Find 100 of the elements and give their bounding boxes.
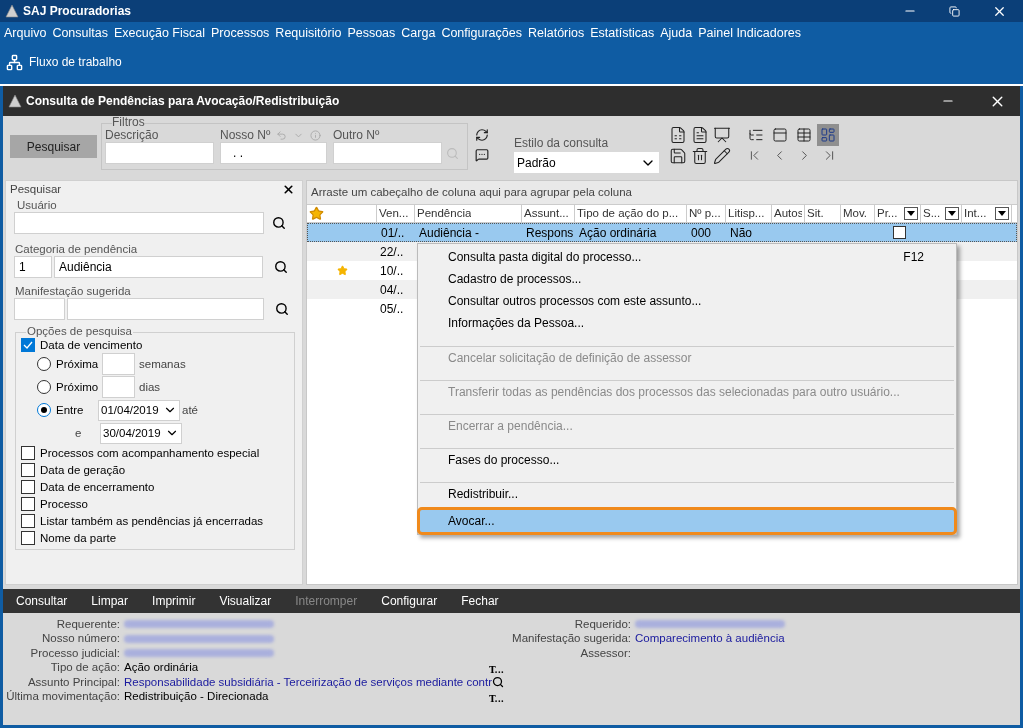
detail-link[interactable]: Comparecimento à audiência bbox=[635, 630, 785, 648]
our-number-field[interactable]: . . bbox=[220, 142, 327, 164]
radio-button[interactable] bbox=[37, 403, 51, 417]
window-logo bbox=[8, 94, 22, 108]
column-header[interactable]: Mov. bbox=[841, 205, 875, 222]
menu-item[interactable]: Execução Fiscal bbox=[114, 23, 205, 43]
screen-icon[interactable] bbox=[713, 126, 731, 144]
column-header[interactable]: Ven... bbox=[377, 205, 415, 222]
menu-item[interactable]: Cadastro de processos... bbox=[420, 268, 954, 290]
detail-label: Assessor: bbox=[579, 645, 632, 661]
search-icon[interactable] bbox=[275, 302, 289, 316]
column-header[interactable]: Nº p... bbox=[687, 205, 726, 222]
menu-item[interactable]: Estatísticas bbox=[590, 23, 655, 43]
checkbox-label: Nome da parte bbox=[40, 531, 117, 545]
menu-item[interactable]: Processos bbox=[211, 23, 270, 43]
type-marker[interactable]: T... bbox=[489, 663, 504, 677]
column-header[interactable]: Tipo de ação do p... bbox=[575, 205, 687, 222]
checkbox[interactable] bbox=[21, 446, 35, 460]
column-header[interactable]: Int... bbox=[962, 205, 1012, 222]
menu-item[interactable]: Redistribuir... bbox=[420, 482, 954, 504]
menu-item[interactable]: Configurações bbox=[441, 23, 522, 43]
detail-label: Manifestação sugerida: bbox=[511, 631, 632, 647]
description-field[interactable] bbox=[105, 142, 214, 164]
star-icon[interactable] bbox=[336, 265, 348, 276]
action-button[interactable]: Fechar bbox=[461, 592, 499, 610]
menu-item[interactable]: Avocar... bbox=[420, 510, 954, 532]
checkbox[interactable] bbox=[21, 463, 35, 477]
action-button[interactable]: Consultar bbox=[16, 592, 68, 610]
menu-item[interactable]: Carga bbox=[401, 23, 436, 43]
filter-dropdown-icon[interactable] bbox=[945, 207, 959, 220]
number-field[interactable] bbox=[102, 376, 135, 398]
action-button[interactable]: Visualizar bbox=[219, 592, 272, 610]
filter-dropdown-icon[interactable] bbox=[904, 207, 918, 220]
refresh-icon[interactable] bbox=[475, 128, 489, 142]
menu-item[interactable]: Requisitório bbox=[275, 23, 342, 43]
spreadsheet-icon[interactable] bbox=[669, 126, 687, 144]
view-toggle-button[interactable] bbox=[817, 124, 839, 146]
edit-icon[interactable] bbox=[713, 147, 731, 165]
column-header[interactable]: S... bbox=[921, 205, 962, 222]
suggested-name-field[interactable] bbox=[67, 298, 264, 320]
field-label: Categoria de pendência bbox=[15, 242, 139, 256]
date-field[interactable]: 30/04/2019 bbox=[100, 422, 182, 444]
close-icon[interactable] bbox=[282, 182, 295, 196]
date-field[interactable]: 01/04/2019 bbox=[98, 399, 180, 421]
column-header[interactable]: Assunt... bbox=[522, 205, 575, 222]
shortcut-label: F12 bbox=[903, 249, 924, 266]
table-row[interactable]: 01/.. Audiência - Respons Ação ordinária 000 Não bbox=[307, 223, 1017, 242]
checkbox[interactable] bbox=[892, 226, 906, 239]
document-icon[interactable] bbox=[691, 126, 709, 144]
menu-item[interactable]: Fases do processo... bbox=[420, 448, 954, 470]
comment-icon[interactable] bbox=[475, 148, 489, 162]
action-button[interactable]: Limpar bbox=[91, 592, 129, 610]
menu-item[interactable]: Relatórios bbox=[528, 23, 585, 43]
radio-button[interactable] bbox=[37, 357, 51, 371]
category-name-field[interactable]: Audiência bbox=[54, 256, 263, 278]
checkbox-label: Data de encerramento bbox=[40, 480, 155, 494]
menu-item[interactable]: Ajuda bbox=[660, 23, 693, 43]
filter-dropdown-icon[interactable] bbox=[995, 207, 1009, 220]
detail-link[interactable]: Responsabilidade subsidiária - Terceirização de serviços mediante contr bbox=[124, 673, 492, 691]
menu-item[interactable]: Pessoas bbox=[347, 23, 396, 43]
star-icon[interactable] bbox=[309, 206, 324, 221]
menu-item[interactable]: Consulta pasta digital do processo... F12 bbox=[420, 246, 954, 268]
type-marker[interactable]: T... bbox=[489, 692, 504, 706]
column-header[interactable]: Litisp... bbox=[726, 205, 772, 222]
search-icon[interactable] bbox=[272, 216, 286, 230]
checkbox[interactable] bbox=[21, 338, 35, 352]
menu-item[interactable]: Consultas bbox=[52, 23, 108, 43]
other-number-field[interactable] bbox=[333, 142, 442, 164]
column-header[interactable]: Sit. bbox=[805, 205, 841, 222]
restore-icon[interactable] bbox=[949, 5, 960, 17]
suggested-code-field[interactable] bbox=[14, 298, 65, 320]
query-style-select[interactable]: Padrão bbox=[514, 152, 659, 173]
number-field[interactable] bbox=[102, 353, 135, 375]
menu-item[interactable]: Arquivo bbox=[4, 23, 47, 43]
action-button[interactable]: Imprimir bbox=[152, 592, 196, 610]
field-label: Estilo da consulta bbox=[514, 135, 610, 152]
user-field[interactable] bbox=[14, 212, 264, 234]
action-button[interactable]: Configurar bbox=[381, 592, 438, 610]
checkbox-label: Data de vencimento bbox=[40, 338, 143, 352]
column-header[interactable]: Pr... bbox=[875, 205, 921, 222]
search-button[interactable]: Pesquisar bbox=[10, 135, 97, 158]
category-code-field[interactable]: 1 bbox=[14, 256, 52, 278]
menu-item[interactable]: Painel Indicadores bbox=[698, 23, 802, 43]
checkbox[interactable] bbox=[21, 480, 35, 494]
delete-icon[interactable] bbox=[691, 147, 709, 165]
search-icon[interactable] bbox=[492, 676, 504, 689]
radio-button[interactable] bbox=[37, 380, 51, 394]
toolbar-button[interactable]: Fluxo de trabalho bbox=[6, 53, 122, 71]
column-header[interactable]: Pendência bbox=[415, 205, 522, 222]
table-cell: 01/.. bbox=[381, 225, 405, 240]
detail-label: Nosso número: bbox=[41, 631, 121, 647]
field-label: Outro Nº bbox=[333, 128, 381, 142]
checkbox[interactable] bbox=[21, 497, 35, 511]
save-icon[interactable] bbox=[669, 147, 687, 165]
checkbox[interactable] bbox=[21, 531, 35, 545]
checkbox[interactable] bbox=[21, 514, 35, 528]
menu-item[interactable]: Informações da Pessoa... bbox=[420, 312, 954, 334]
search-icon[interactable] bbox=[274, 260, 288, 274]
menu-item[interactable]: Consultar outros processos com este assunto... bbox=[420, 290, 954, 312]
group-legend: Filtros bbox=[112, 116, 145, 128]
